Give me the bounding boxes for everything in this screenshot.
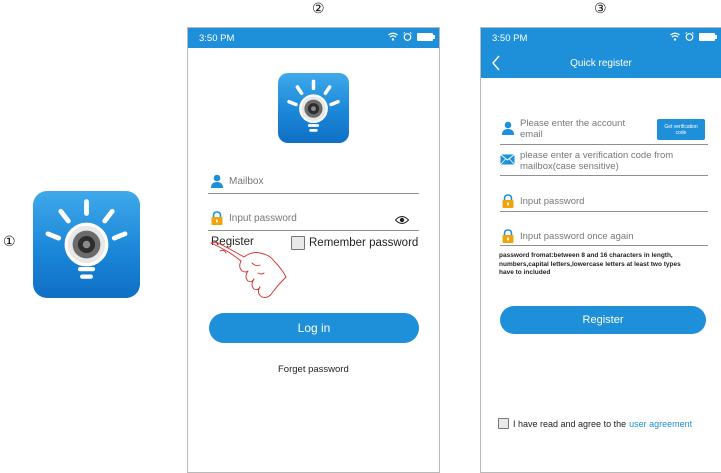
mailbox-placeholder: Mailbox: [229, 175, 264, 187]
password-rules-text: password fromat:between 8 and 16 charact…: [499, 252, 681, 278]
remember-password[interactable]: Remember password: [291, 236, 418, 250]
wifi-icon: [670, 32, 680, 41]
register-password-placeholder: Input password: [520, 195, 585, 207]
password-field[interactable]: Input password: [210, 211, 297, 225]
person-icon: [502, 121, 514, 135]
mailbox-underline: [208, 193, 419, 194]
confirm-password-underline: [500, 245, 708, 246]
step-number-1: ①: [3, 234, 16, 250]
agree-text: I have read and agree to the: [513, 418, 627, 429]
register-password-field[interactable]: Input password: [501, 194, 584, 208]
register-link[interactable]: Register: [211, 236, 254, 248]
status-time: 3:50 PM: [492, 33, 528, 44]
forget-password-link[interactable]: Forget password: [278, 364, 349, 375]
code-placeholder-line2: mailbox(case sensitive): [520, 161, 619, 172]
password-underline: [208, 230, 419, 231]
rules-line1: password fromat:between 8 and 16 charact…: [499, 252, 673, 259]
lock-icon: [211, 211, 223, 225]
email-underline: [500, 144, 708, 145]
status-time: 3:50 PM: [199, 33, 235, 44]
lock-icon: [502, 229, 514, 243]
lock-icon: [502, 194, 514, 208]
confirm-password-field[interactable]: Input password once again: [501, 229, 634, 243]
rules-line3: have to included: [499, 269, 551, 276]
smart-bulb-camera-icon[interactable]: [33, 191, 140, 298]
verify-button-line1: Get verification: [664, 123, 698, 130]
verify-button-line2: code: [675, 129, 687, 136]
app-logo-icon: [278, 73, 349, 143]
get-verification-code-button[interactable]: Get verification code: [657, 119, 705, 140]
battery-icon: [699, 32, 717, 41]
agree-checkbox[interactable]: [498, 418, 509, 429]
code-placeholder-line1: please enter a verification code from: [520, 150, 674, 161]
confirm-password-placeholder: Input password once again: [520, 230, 634, 242]
agreement-row: I have read and agree to the user agreem…: [498, 418, 692, 429]
status-bar: 3:50 PM: [481, 28, 721, 48]
verification-code-input[interactable]: please enter a verification code from ma…: [520, 150, 673, 172]
mailbox-field[interactable]: Mailbox: [210, 174, 263, 188]
email-placeholder-line2: email: [520, 129, 543, 140]
remember-checkbox[interactable]: [291, 236, 305, 250]
login-button[interactable]: Log in: [209, 313, 419, 343]
status-bar: 3:50 PM: [188, 28, 439, 48]
step-number-3: ③: [594, 1, 607, 17]
rules-line2: numbers,capital letters,lowercase letter…: [499, 260, 681, 268]
eye-icon[interactable]: [395, 215, 409, 225]
user-agreement-link[interactable]: user agreement: [629, 419, 692, 429]
nav-bar: Quick register: [481, 48, 721, 78]
email-input[interactable]: Please enter the account email: [520, 118, 625, 140]
alarm-icon: [685, 32, 694, 41]
code-underline: [500, 175, 708, 176]
register-button[interactable]: Register: [500, 306, 706, 334]
battery-icon: [417, 32, 435, 41]
step-number-2: ②: [312, 1, 325, 17]
page-title: Quick register: [570, 58, 632, 69]
envelope-icon: [500, 154, 515, 165]
person-icon: [211, 174, 223, 188]
password-placeholder: Input password: [229, 212, 297, 224]
email-placeholder-line1: Please enter the account: [520, 118, 626, 129]
register-screen: 3:50 PM Quick register: [480, 27, 721, 473]
register-password-underline: [500, 211, 708, 212]
wifi-icon: [388, 32, 398, 41]
remember-label: Remember password: [309, 237, 419, 249]
alarm-icon: [403, 32, 412, 41]
